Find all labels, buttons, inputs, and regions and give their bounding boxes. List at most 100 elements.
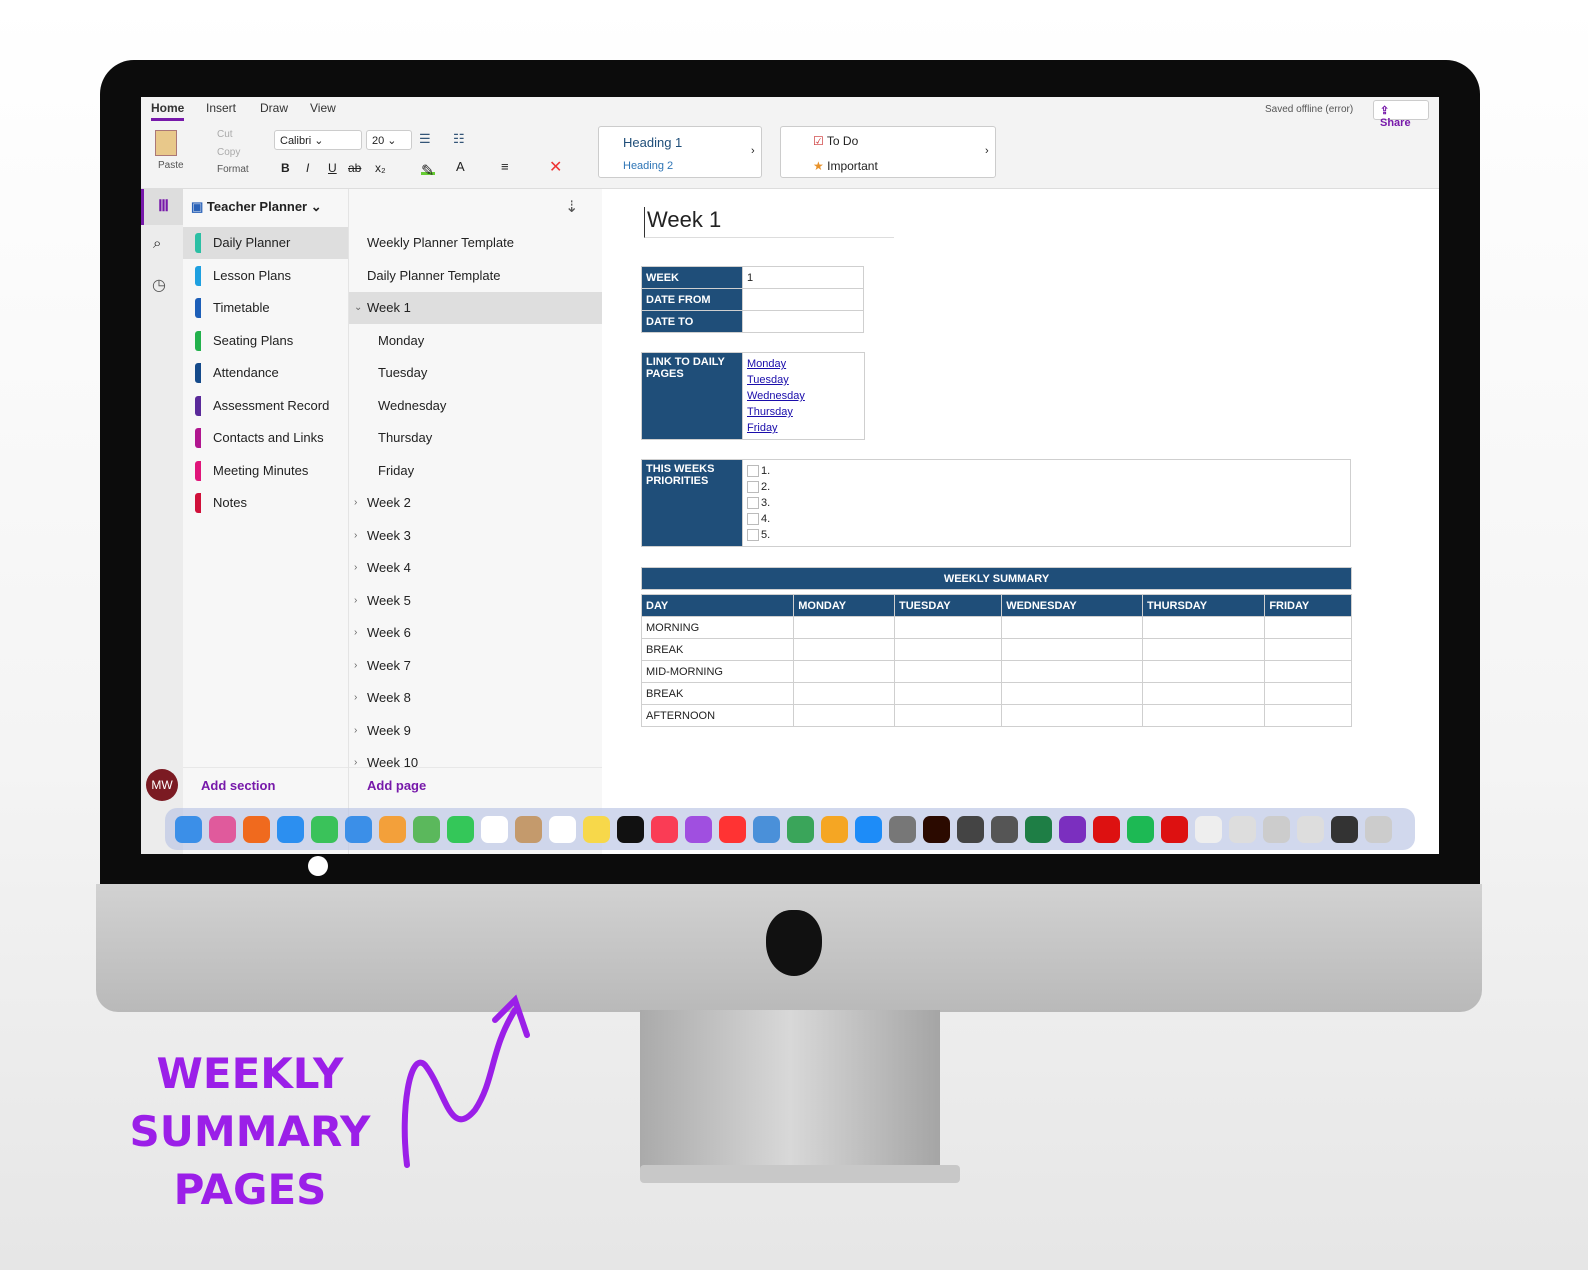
tags-gallery[interactable]: ☑ To Do ★ Important › xyxy=(780,126,996,178)
summary-cell[interactable] xyxy=(893,616,1003,639)
summary-cell[interactable] xyxy=(893,704,1003,727)
finder-icon[interactable] xyxy=(175,815,202,843)
contacts-icon[interactable] xyxy=(515,815,542,843)
summary-cell[interactable] xyxy=(1141,682,1266,705)
page-item[interactable]: ⌄ Week 1 xyxy=(349,292,603,324)
page-item[interactable]: Tuesday xyxy=(349,357,603,389)
info-value[interactable] xyxy=(742,310,864,333)
pages-icon[interactable] xyxy=(821,815,848,843)
daily-page-link[interactable]: Tuesday xyxy=(747,374,789,386)
calendar-icon[interactable] xyxy=(481,815,508,843)
section-item[interactable]: Timetable xyxy=(183,292,348,324)
page-item[interactable]: Thursday xyxy=(349,422,603,454)
highlight-icon[interactable]: ✎ xyxy=(421,161,435,180)
page-item[interactable]: › Week 2 xyxy=(349,487,603,519)
summary-cell[interactable] xyxy=(1141,638,1266,661)
photos-icon[interactable] xyxy=(379,815,406,843)
onenote-icon[interactable] xyxy=(1059,815,1086,843)
summary-cell[interactable] xyxy=(1264,616,1352,639)
chevron-down-icon[interactable]: ⌄ xyxy=(354,292,362,324)
chevron-right-icon[interactable]: › xyxy=(354,715,357,747)
inkscape-icon[interactable] xyxy=(957,815,984,843)
trash-icon[interactable] xyxy=(1365,815,1392,843)
window-icon[interactable] xyxy=(1297,815,1324,843)
summary-cell[interactable] xyxy=(1264,660,1352,683)
pdf-icon[interactable] xyxy=(1161,815,1188,843)
align-icon[interactable]: ≡ xyxy=(501,159,509,174)
summary-cell[interactable] xyxy=(893,638,1003,661)
avatar[interactable]: MW xyxy=(146,769,178,801)
page-item[interactable]: › Week 4 xyxy=(349,552,603,584)
checkbox-icon[interactable] xyxy=(747,497,759,510)
summary-cell[interactable] xyxy=(1001,660,1143,683)
page-item[interactable]: › Week 5 xyxy=(349,585,603,617)
page-item[interactable]: Daily Planner Template xyxy=(349,260,603,292)
summary-cell[interactable] xyxy=(793,682,895,705)
daily-page-link[interactable]: Thursday xyxy=(747,406,793,418)
checkbox-icon[interactable] xyxy=(747,481,759,494)
style-heading-2[interactable]: Heading 2 xyxy=(623,160,673,172)
section-item[interactable]: Assessment Record xyxy=(183,390,348,422)
priority-item[interactable]: 1. xyxy=(747,463,1346,479)
brave-icon[interactable] xyxy=(243,815,270,843)
section-item[interactable]: Daily Planner xyxy=(183,227,348,259)
add-page-button[interactable]: Add page xyxy=(349,767,602,807)
tab-insert[interactable]: Insert xyxy=(206,101,236,115)
subscript-button[interactable]: x₂ xyxy=(375,161,386,175)
chevron-right-icon[interactable]: › xyxy=(354,520,357,552)
summary-cell[interactable] xyxy=(1001,704,1143,727)
apple-tv-icon[interactable] xyxy=(617,815,644,843)
checkbox-icon[interactable] xyxy=(747,513,759,526)
summary-cell[interactable] xyxy=(793,704,895,727)
acrobat-icon[interactable] xyxy=(1093,815,1120,843)
maps-icon[interactable] xyxy=(413,815,440,843)
mail-icon[interactable] xyxy=(345,815,372,843)
priority-item[interactable]: 4. xyxy=(747,511,1346,527)
page-item[interactable]: Friday xyxy=(349,455,603,487)
underline-button[interactable]: U xyxy=(328,161,337,175)
checkbox-icon[interactable] xyxy=(747,465,759,478)
chevron-right-icon[interactable]: › xyxy=(354,650,357,682)
priority-item[interactable]: 3. xyxy=(747,495,1346,511)
priorities-cell[interactable]: 1. 2. 3. 4. 5. xyxy=(742,459,1351,547)
daily-page-link[interactable]: Wednesday xyxy=(747,390,805,402)
notebooks-icon[interactable]: Ⅲ xyxy=(141,189,183,225)
chevron-right-icon[interactable]: › xyxy=(985,145,989,157)
chevron-right-icon[interactable]: › xyxy=(354,585,357,617)
safari-icon[interactable] xyxy=(277,815,304,843)
page-item[interactable]: › Week 7 xyxy=(349,650,603,682)
search-icon[interactable]: ⌕ xyxy=(153,235,161,252)
app-store-icon[interactable] xyxy=(855,815,882,843)
facetime-icon[interactable] xyxy=(447,815,474,843)
finder-window-icon[interactable] xyxy=(1263,815,1290,843)
chevron-right-icon[interactable]: › xyxy=(354,487,357,519)
summary-cell[interactable] xyxy=(1001,616,1143,639)
info-value[interactable] xyxy=(742,288,864,311)
summary-cell[interactable] xyxy=(1141,704,1266,727)
summary-cell[interactable] xyxy=(1141,616,1266,639)
page-item[interactable]: › Week 6 xyxy=(349,617,603,649)
recent-clock-icon[interactable]: ◷ xyxy=(152,275,166,295)
summary-cell[interactable] xyxy=(1001,682,1143,705)
tab-view[interactable]: View xyxy=(310,101,336,115)
info-value[interactable]: 1 xyxy=(742,266,864,289)
section-item[interactable]: Notes xyxy=(183,487,348,519)
summary-cell[interactable] xyxy=(893,682,1003,705)
excel-icon[interactable] xyxy=(1025,815,1052,843)
priority-item[interactable]: 2. xyxy=(747,479,1346,495)
style-heading-1[interactable]: Heading 1 xyxy=(623,135,682,150)
sort-icon[interactable]: ⇣ xyxy=(565,197,578,217)
checkbox-icon[interactable] xyxy=(747,529,759,542)
copy-button[interactable]: Copy xyxy=(217,147,240,158)
page-item[interactable]: Wednesday xyxy=(349,390,603,422)
section-item[interactable]: Contacts and Links xyxy=(183,422,348,454)
bold-button[interactable]: B xyxy=(281,161,290,175)
notes-icon[interactable] xyxy=(583,815,610,843)
podcasts-icon[interactable] xyxy=(685,815,712,843)
font-size-select[interactable]: 20 ⌄ xyxy=(366,130,412,150)
spotify-icon[interactable] xyxy=(1127,815,1154,843)
page-item[interactable]: Weekly Planner Template xyxy=(349,227,603,259)
page-item[interactable]: Monday xyxy=(349,325,603,357)
summary-cell[interactable] xyxy=(1141,660,1266,683)
chevron-right-icon[interactable]: › xyxy=(751,145,755,157)
